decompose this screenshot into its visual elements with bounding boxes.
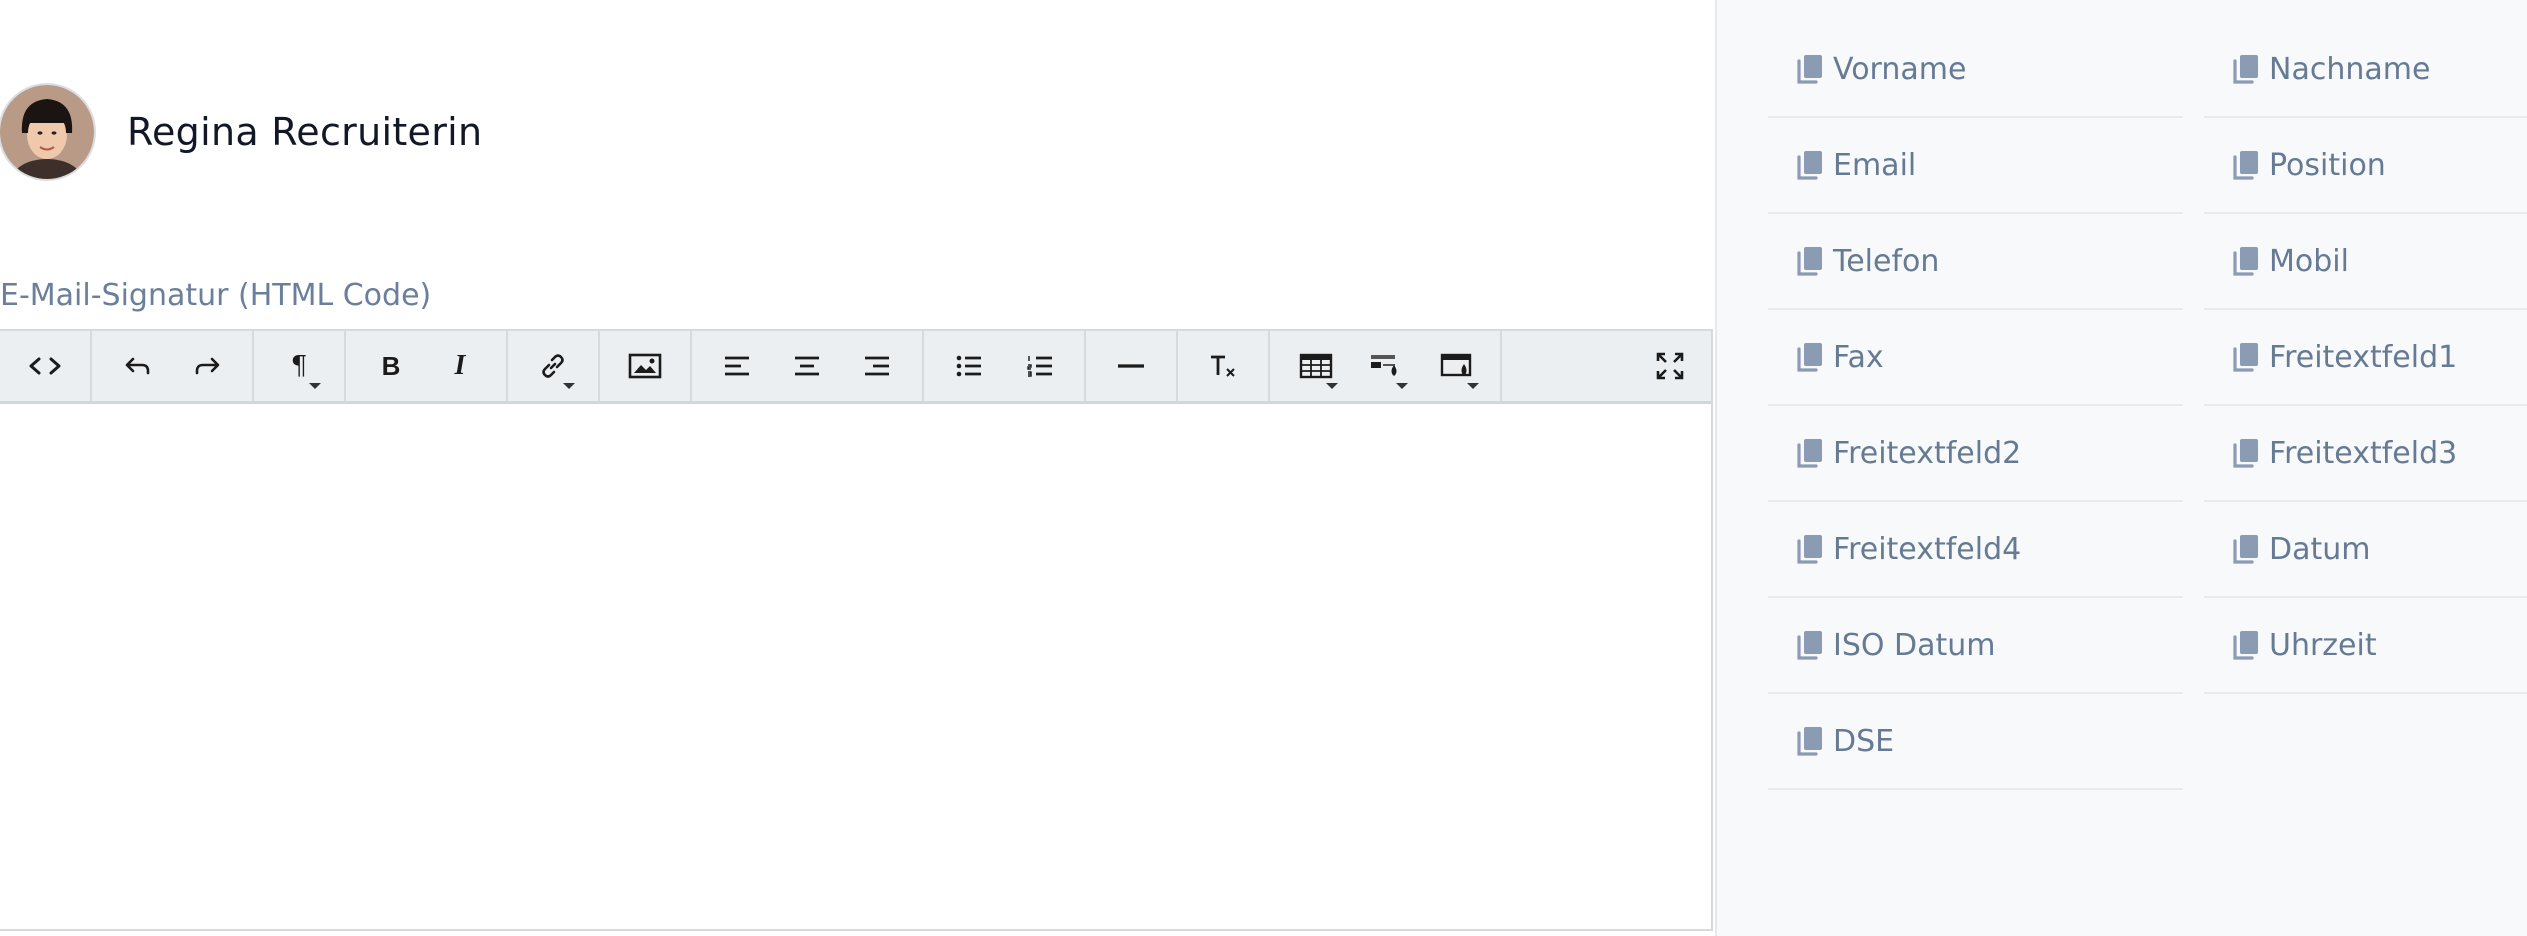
link-icon <box>542 354 564 378</box>
placeholder-label: Uhrzeit <box>2269 627 2377 663</box>
unordered-list-button[interactable] <box>939 331 999 401</box>
placeholder-mobil[interactable]: Mobil <box>2204 214 2527 310</box>
placeholder-label: Vorname <box>1833 51 1967 87</box>
copy-icon <box>1796 725 1824 757</box>
align-center-icon <box>795 356 819 376</box>
horizontal-line-button[interactable] <box>1101 331 1161 401</box>
placeholder-label: Email <box>1833 147 1917 183</box>
placeholder-label: Datum <box>2269 531 2371 567</box>
editor-content-area[interactable] <box>0 404 1711 929</box>
paragraph-format-button[interactable]: ¶ <box>269 331 329 401</box>
placeholder-label: Fax <box>1833 339 1884 375</box>
source-code-button[interactable] <box>15 331 75 401</box>
placeholder-freitextfeld1[interactable]: Freitextfeld1 <box>2204 310 2527 406</box>
undo-button[interactable] <box>108 331 168 401</box>
background-color-button[interactable] <box>1427 331 1487 401</box>
horizontal-line-icon <box>1118 364 1144 368</box>
copy-icon <box>1796 149 1824 181</box>
copy-icon <box>1796 437 1824 469</box>
copy-icon <box>2232 341 2260 373</box>
placeholder-column-right: Nachname Position Mobil Freitextfeld1 Fr… <box>2204 22 2527 694</box>
copy-icon <box>1796 245 1824 277</box>
placeholder-nachname[interactable]: Nachname <box>2204 22 2527 118</box>
chevron-down-icon <box>309 383 321 389</box>
user-name: Regina Recruiterin <box>127 110 483 154</box>
chevron-down-icon <box>563 383 575 389</box>
table-icon <box>1299 353 1333 379</box>
copy-icon <box>2232 149 2260 181</box>
bullet-list-icon <box>956 355 981 377</box>
placeholder-dse[interactable]: DSE <box>1768 694 2183 790</box>
copy-icon <box>2232 533 2260 565</box>
clear-formatting-icon <box>1211 355 1235 377</box>
html-editor: ¶ B I <box>0 329 1713 931</box>
placeholder-label: ISO Datum <box>1833 627 1996 663</box>
cell-style-icon <box>1371 355 1397 376</box>
code-icon <box>29 357 61 375</box>
placeholder-uhrzeit[interactable]: Uhrzeit <box>2204 598 2527 694</box>
copy-icon <box>1796 341 1824 373</box>
align-left-icon <box>725 356 749 376</box>
align-right-button[interactable] <box>847 331 907 401</box>
undo-icon <box>125 357 150 375</box>
copy-icon <box>1796 53 1824 85</box>
placeholder-label: Freitextfeld3 <box>2269 435 2458 471</box>
bold-button[interactable]: B <box>361 331 421 401</box>
placeholder-label: Mobil <box>2269 243 2349 279</box>
redo-icon <box>195 357 220 375</box>
placeholder-position[interactable]: Position <box>2204 118 2527 214</box>
placeholder-iso-datum[interactable]: ISO Datum <box>1768 598 2183 694</box>
chevron-down-icon <box>1467 383 1479 389</box>
placeholder-vorname[interactable]: Vorname <box>1768 22 2183 118</box>
placeholder-label: Nachname <box>2269 51 2431 87</box>
placeholder-label: Position <box>2269 147 2386 183</box>
italic-button[interactable]: I <box>430 331 490 401</box>
copy-icon <box>1796 629 1824 661</box>
insert-image-button[interactable] <box>615 331 675 401</box>
placeholder-label: Freitextfeld4 <box>1833 531 2022 567</box>
insert-table-button[interactable] <box>1286 331 1346 401</box>
align-right-icon <box>865 356 889 376</box>
insert-link-button[interactable] <box>523 331 583 401</box>
placeholder-panel: Vorname Email Telefon Fax Freitextfeld2 … <box>1715 0 2527 936</box>
fullscreen-icon <box>1656 352 1684 380</box>
chevron-down-icon <box>1326 383 1338 389</box>
placeholder-freitextfeld3[interactable]: Freitextfeld3 <box>2204 406 2527 502</box>
placeholder-telefon[interactable]: Telefon <box>1768 214 2183 310</box>
bold-label: B <box>381 350 401 381</box>
redo-button[interactable] <box>177 331 237 401</box>
main-area: Regina Recruiterin E-Mail-Signatur (HTML… <box>0 0 1714 936</box>
placeholder-label: Telefon <box>1833 243 1940 279</box>
placeholder-email[interactable]: Email <box>1768 118 2183 214</box>
numbered-list-icon <box>1027 356 1052 377</box>
align-left-button[interactable] <box>707 331 767 401</box>
copy-icon <box>2232 53 2260 85</box>
placeholder-column-left: Vorname Email Telefon Fax Freitextfeld2 … <box>1768 22 2183 790</box>
align-center-button[interactable] <box>777 331 837 401</box>
fullscreen-button[interactable] <box>1640 331 1700 401</box>
editor-toolbar: ¶ B I <box>0 331 1711 404</box>
clear-formatting-button[interactable] <box>1193 331 1253 401</box>
ordered-list-button[interactable] <box>1010 331 1070 401</box>
placeholder-label: DSE <box>1833 723 1895 759</box>
copy-icon <box>2232 629 2260 661</box>
placeholder-datum[interactable]: Datum <box>2204 502 2527 598</box>
image-icon <box>628 353 662 379</box>
avatar <box>0 85 94 179</box>
chevron-down-icon <box>1396 383 1408 389</box>
placeholder-freitextfeld2[interactable]: Freitextfeld2 <box>1768 406 2183 502</box>
table-cell-style-button[interactable] <box>1356 331 1416 401</box>
placeholder-label: Freitextfeld2 <box>1833 435 2022 471</box>
background-color-icon <box>1440 353 1472 377</box>
signature-label: E-Mail-Signatur (HTML Code) <box>0 278 432 313</box>
placeholder-freitextfeld4[interactable]: Freitextfeld4 <box>1768 502 2183 598</box>
italic-label: I <box>454 350 466 381</box>
placeholder-label: Freitextfeld1 <box>2269 339 2458 375</box>
copy-icon <box>2232 437 2260 469</box>
paragraph-icon: ¶ <box>290 351 308 381</box>
placeholder-fax[interactable]: Fax <box>1768 310 2183 406</box>
copy-icon <box>1796 533 1824 565</box>
user-header: Regina Recruiterin <box>0 84 482 180</box>
copy-icon <box>2232 245 2260 277</box>
